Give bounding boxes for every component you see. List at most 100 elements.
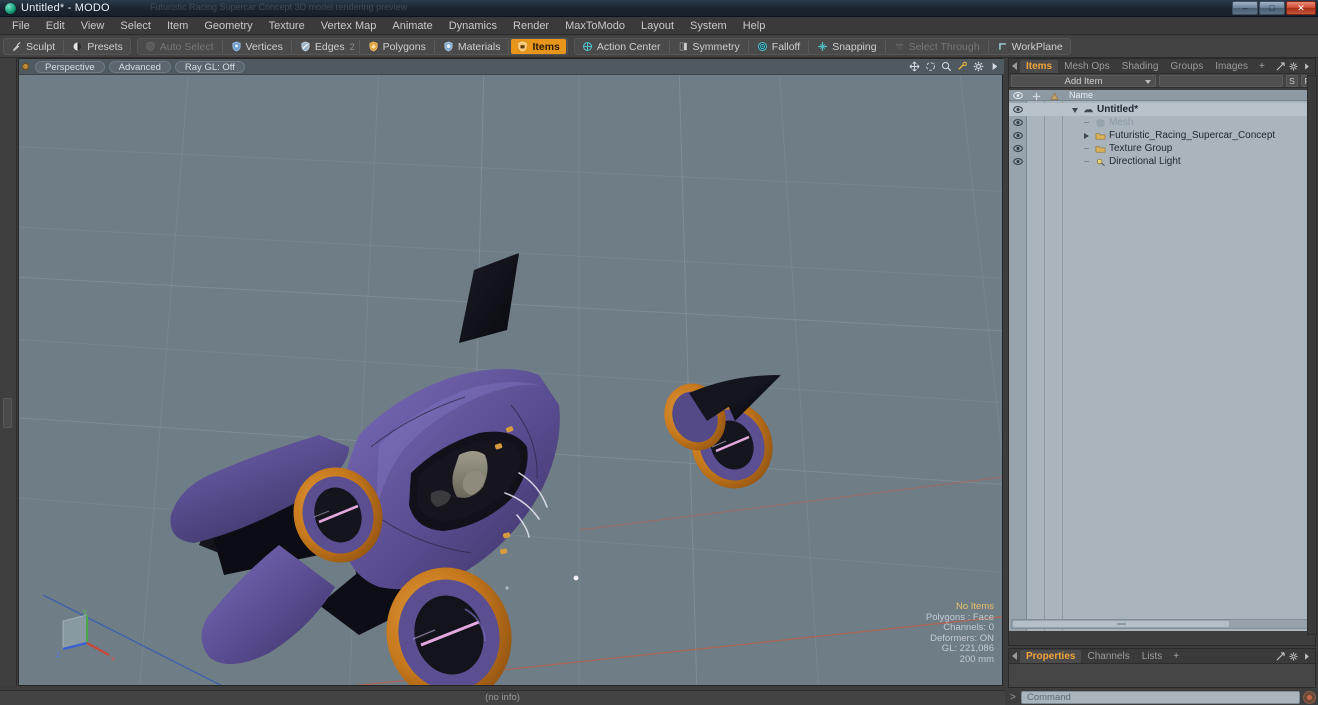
menu-item-edit[interactable]: Edit [38,17,73,35]
toolbar-button-sculpt[interactable]: Sculpt [5,39,61,54]
menu-item-view[interactable]: View [73,17,113,35]
brush-icon [12,41,21,52]
menu-item-texture[interactable]: Texture [261,17,313,35]
menu-item-geometry[interactable]: Geometry [196,17,260,35]
toolbar-button-edges[interactable]: Edges [294,39,351,54]
add-item-button[interactable]: Add Item [1011,74,1156,87]
toolbar-button-auto-select[interactable]: Auto Select [139,39,220,54]
gear-icon[interactable] [1289,62,1298,71]
toolbar-button-snapping[interactable]: Snapping [811,39,882,54]
record-icon[interactable] [1303,691,1316,704]
properties-tab-properties[interactable]: Properties [1020,649,1082,663]
row-visibility-eye-icon[interactable] [1013,158,1023,165]
items-panel-tabs: Items Mesh Ops Shading Groups Images + [1009,59,1315,74]
toolbar-button-action-center[interactable]: Action Center [576,39,667,54]
toolbar-button-vertices[interactable]: Vertices [225,39,289,54]
panel-menu-icon[interactable] [1302,652,1311,661]
items-tab-items[interactable]: Items [1020,59,1059,73]
table-row[interactable]: Untitled* [1009,103,1315,116]
maximize-button[interactable]: □ [1259,1,1285,15]
toolbar-button-workplane[interactable]: WorkPlane [991,39,1069,54]
menu-item-vertex-map[interactable]: Vertex Map [313,17,385,35]
toolbar-button-materials[interactable]: Materials [437,39,507,54]
menu-item-animate[interactable]: Animate [384,17,440,35]
toolbar-button-select-through[interactable]: Select Through [888,39,986,54]
toolbar-separator [63,40,65,53]
zoom-view-icon[interactable] [941,61,952,72]
popup-icon[interactable] [1276,61,1285,71]
menu-item-dynamics[interactable]: Dynamics [441,17,505,35]
command-input[interactable]: Command [1021,691,1300,704]
viewport-menu-dot-icon[interactable] [22,63,29,70]
chevron-down-icon[interactable] [1145,79,1151,84]
menu-item-layout[interactable]: Layout [633,17,682,35]
items-scroll-thumb[interactable] [1013,621,1229,627]
row-visibility-eye-icon[interactable] [1013,145,1023,152]
panel-menu-icon[interactable] [1302,62,1311,71]
menu-item-render[interactable]: Render [505,17,557,35]
items-tab-groups[interactable]: Groups [1164,60,1209,73]
items-tab-shading[interactable]: Shading [1116,60,1165,73]
panel-collapse-icon[interactable] [1012,62,1017,70]
viewport-raygl-toggle[interactable]: Ray GL: Off [174,60,245,73]
row-expand-chevron-icon[interactable] [1072,108,1078,113]
close-button[interactable]: ✕ [1286,1,1316,15]
supercar-3d-model[interactable] [19,75,1002,685]
minimize-button[interactable]: – [1232,1,1258,15]
row-visibility-eye-icon[interactable] [1013,119,1023,126]
toolbar-button-presets[interactable]: Presets [66,39,129,54]
menu-item-help[interactable]: Help [735,17,774,35]
row-expand-chevron-icon[interactable] [1084,133,1089,139]
menu-item-file[interactable]: File [4,17,38,35]
row-visibility-eye-icon[interactable] [1013,132,1023,139]
properties-tab-channels[interactable]: Channels [1081,650,1135,663]
table-row[interactable]: Futuristic_Racing_Supercar_Concept(3) [1009,129,1315,142]
toolbar-button-symmetry[interactable]: Symmetry [672,39,746,54]
items-tree[interactable]: Name Untitled* Mesh Futuristic_Racing_Supe… [1009,90,1315,631]
toolbar-button-badge: 2 [349,41,355,52]
polygon-icon [369,41,378,52]
table-row[interactable]: Mesh [1009,116,1315,129]
right-vertical-scroll-strip[interactable] [1307,75,1317,635]
properties-tab-[interactable]: + [1168,650,1184,663]
table-row[interactable]: Directional Light [1009,155,1315,168]
items-tab-mesh-ops[interactable]: Mesh Ops [1058,60,1116,73]
left-rail-grip[interactable] [3,398,12,428]
gear-icon[interactable] [1289,652,1298,661]
rotate-view-icon[interactable] [925,61,936,72]
viewport-view-mode[interactable]: Perspective [35,60,105,73]
menu-item-system[interactable]: System [682,17,735,35]
items-tab-images[interactable]: Images [1209,60,1254,73]
fit-view-icon[interactable] [957,61,968,72]
row-group-icon [1095,146,1106,153]
viewport-gl-status: GL: 221,086 [941,643,994,654]
popup-icon[interactable] [1276,651,1285,661]
viewport-settings-icon[interactable] [973,61,984,72]
toolbar-separator [508,40,510,53]
toolbar-button-items[interactable]: Items [511,39,566,54]
items-name-column-header: Name [1069,90,1094,100]
toolbar-button-label: Materials [457,40,501,53]
row-visibility-eye-icon[interactable] [1013,106,1023,113]
axis-gizmo[interactable]: x y z [53,609,119,667]
menu-item-maxtomodo[interactable]: MaxToModo [557,17,633,35]
menu-item-select[interactable]: Select [112,17,159,35]
select-through-icon [895,43,903,50]
viewport-shading-mode[interactable]: Advanced [108,60,171,73]
row-group-icon [1095,133,1106,140]
toolbar-button-polygons[interactable]: Polygons [362,39,432,54]
viewport-selection-status: No Items [955,601,994,612]
viewport-3d[interactable]: Perspective Advanced Ray GL: Off No Item… [18,58,1004,686]
viewport-canvas[interactable]: No Items Polygons : Face Channels: 0 Def… [19,75,1002,685]
items-tab-[interactable]: + [1254,60,1270,73]
properties-tab-lists[interactable]: Lists [1136,650,1169,663]
menu-item-item[interactable]: Item [159,17,196,35]
viewport-menu-icon[interactable] [989,61,1000,72]
items-horizontal-scrollbar[interactable] [1011,619,1313,629]
properties-collapse-icon[interactable] [1012,652,1017,660]
toolbar-button-falloff[interactable]: Falloff [751,39,806,54]
move-view-icon[interactable] [909,61,920,72]
filter-s-button[interactable]: S [1286,74,1298,87]
filter-items-input[interactable] [1159,74,1283,87]
table-row[interactable]: Texture Group [1009,142,1315,155]
